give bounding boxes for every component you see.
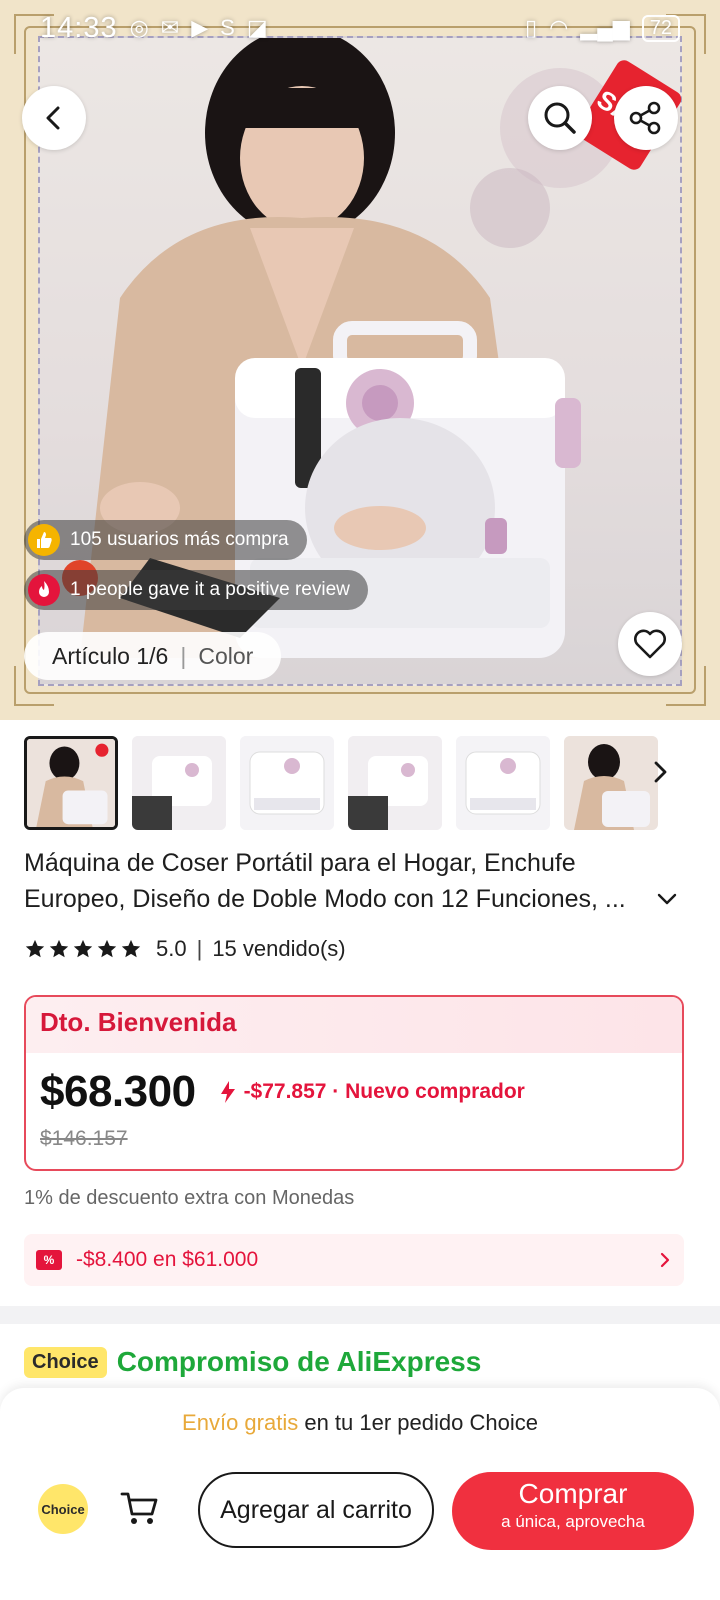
price-row: $68.300 -$77.857 · Nuevo comprador xyxy=(40,1067,525,1117)
choice-badge: Choice xyxy=(24,1346,107,1378)
image-icon: ◪ xyxy=(246,15,268,40)
signal-icon: ▂▄▆ xyxy=(580,15,630,40)
instagram-icon: ◎ xyxy=(129,15,149,40)
free-shipping-highlight: Envío gratis xyxy=(182,1410,299,1435)
thumbnail-4[interactable] xyxy=(348,736,442,830)
star-icon xyxy=(25,939,45,958)
buy-now-sublabel: a única, aprovecha xyxy=(501,1512,645,1531)
chevron-right-icon xyxy=(654,761,667,783)
chevron-left-icon xyxy=(46,106,60,130)
star-icon xyxy=(97,939,117,958)
choice-store-button[interactable]: Choice xyxy=(38,1484,88,1534)
free-shipping-rest: en tu 1er pedido Choice xyxy=(298,1410,538,1435)
add-to-cart-button[interactable]: Agregar al carrito xyxy=(198,1472,434,1548)
bottom-action-bar: Envío gratis en tu 1er pedido Choice Cho… xyxy=(0,1388,720,1600)
reviews-badge-text: 1 people gave it a positive review xyxy=(70,579,350,600)
thumbnail-3[interactable] xyxy=(240,736,334,830)
current-price: $68.300 xyxy=(40,1067,196,1116)
reviews-badge: 1 people gave it a positive review xyxy=(24,570,368,610)
star-rating xyxy=(24,938,142,960)
free-shipping-banner: Envío gratis en tu 1er pedido Choice xyxy=(0,1410,720,1436)
wishlist-button[interactable] xyxy=(618,612,682,676)
notification-icons: ◎ ✉ ▶ S ◪ xyxy=(130,15,268,41)
star-icon xyxy=(73,939,93,958)
wifi-icon: ◠ xyxy=(549,15,569,40)
article-color: Color xyxy=(198,642,254,669)
product-page: 14:33 ◎ ✉ ▶ S ◪ ▯ ◠ ▂▄▆ 72 SALE xyxy=(0,0,720,1600)
section-divider xyxy=(0,1306,720,1324)
rating-divider: | xyxy=(196,936,203,961)
status-time: 14:33 xyxy=(40,11,118,44)
welcome-discount-header: Dto. Bienvenida xyxy=(26,997,682,1053)
back-button[interactable] xyxy=(22,86,86,150)
expand-title-button[interactable] xyxy=(656,892,678,911)
choice-commitment-header[interactable]: Choice Compromiso de AliExpress xyxy=(24,1346,481,1378)
buy-now-button[interactable]: Comprar a única, aprovecha xyxy=(452,1472,694,1550)
choice-commitment-title: Compromiso de AliExpress xyxy=(116,1346,482,1377)
cart-icon xyxy=(120,1492,158,1524)
status-bar: 14:33 ◎ ✉ ▶ S ◪ ▯ ◠ ▂▄▆ 72 xyxy=(0,0,720,56)
article-counter: Artículo 1/6 xyxy=(52,642,169,669)
share-icon xyxy=(629,101,661,135)
star-icon xyxy=(121,939,141,958)
welcome-discount-card[interactable]: Dto. Bienvenida $68.300 -$77.857 · Nuevo… xyxy=(24,995,684,1171)
thumbnail-2[interactable] xyxy=(132,736,226,830)
buyers-badge-text: 105 usuarios más compra xyxy=(70,529,289,550)
thumbnail-1[interactable] xyxy=(24,736,118,830)
coupon-row[interactable]: % -$8.400 en $61.000 xyxy=(24,1234,684,1286)
product-title[interactable]: Máquina de Coser Portátil para el Hogar,… xyxy=(24,845,654,917)
app-icon: ▶ xyxy=(191,15,209,40)
thumbs-up-icon xyxy=(28,524,60,556)
lightning-icon xyxy=(220,1081,235,1103)
system-icons: ▯ ◠ ▂▄▆ 72 xyxy=(525,14,680,42)
new-buyer-discount: -$77.857 · Nuevo comprador xyxy=(218,1080,525,1104)
thumbnail-5[interactable] xyxy=(456,736,550,830)
search-icon xyxy=(544,102,576,134)
share-button[interactable] xyxy=(614,86,678,150)
s-icon: S xyxy=(220,15,235,40)
image-counter[interactable]: Artículo 1/6 | Color xyxy=(24,632,282,680)
rating-row[interactable]: 5.0 | 15 vendido(s) xyxy=(24,936,346,962)
vibrate-icon: ▯ xyxy=(525,15,538,40)
frame-corner-bottom-right xyxy=(666,666,706,706)
chevron-right-icon xyxy=(660,1252,670,1268)
star-icon xyxy=(49,939,69,958)
battery-icon: 72 xyxy=(641,14,680,42)
search-button[interactable] xyxy=(528,86,592,150)
cart-button[interactable] xyxy=(120,1490,160,1531)
coupon-icon: % xyxy=(36,1250,62,1270)
thumbnail-strip xyxy=(24,728,720,838)
thumbnails-next-button[interactable] xyxy=(640,752,680,792)
coupon-text: -$8.400 en $61.000 xyxy=(76,1248,259,1271)
buy-now-label: Comprar xyxy=(518,1478,628,1509)
divider: | xyxy=(180,642,187,669)
sold-count: 15 vendido(s) xyxy=(212,936,346,961)
new-buyer-discount-text: -$77.857 · Nuevo comprador xyxy=(243,1080,525,1103)
fire-icon xyxy=(28,574,60,606)
original-price: $146.157 xyxy=(40,1127,128,1150)
coins-discount-note: 1% de descuento extra con Monedas xyxy=(24,1187,355,1209)
mail-icon: ✉ xyxy=(160,15,180,40)
buyers-badge: 105 usuarios más compra xyxy=(24,520,307,560)
chevron-down-icon xyxy=(657,893,677,905)
heart-icon xyxy=(634,629,666,659)
product-image-carousel[interactable]: 14:33 ◎ ✉ ▶ S ◪ ▯ ◠ ▂▄▆ 72 SALE xyxy=(0,0,720,720)
rating-value: 5.0 xyxy=(156,936,187,961)
